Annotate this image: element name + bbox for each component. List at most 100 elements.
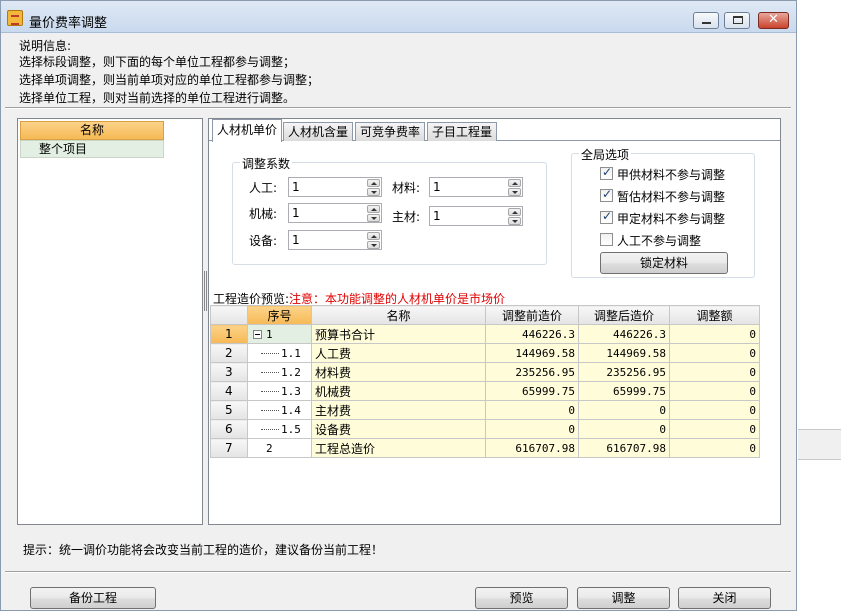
tab-quantity[interactable]: 子目工程量 [427,122,497,141]
after-cell[interactable]: 0 [578,400,670,420]
name-cell[interactable]: 机械费 [311,381,486,401]
tree-connector [261,410,279,411]
before-cell[interactable]: 0 [485,400,579,420]
row-number[interactable]: 6 [210,419,248,439]
equipment-coefficient-input[interactable]: 1 [288,230,382,250]
checkbox[interactable] [600,165,613,180]
diff-cell[interactable]: 0 [669,324,760,344]
table-row[interactable]: 1 1 预算书合计 446226.3 446226.3 0 [210,324,760,344]
row-number[interactable]: 4 [210,381,248,401]
row-number[interactable]: 1 [210,324,248,344]
preview-button[interactable]: 预览 [475,587,568,609]
spin-up-icon[interactable] [367,232,380,240]
diff-cell[interactable]: 0 [669,362,760,382]
lock-material-button[interactable]: 锁定材料 [600,252,728,274]
minimize-icon [702,22,711,24]
material-value: 1 [433,180,441,194]
spin-down-icon[interactable] [367,214,380,222]
before-cell[interactable]: 616707.98 [485,438,579,458]
name-cell[interactable]: 人工费 [311,343,486,363]
diff-cell[interactable]: 0 [669,343,760,363]
close-button[interactable]: 关闭 [678,587,771,609]
column-header-diff[interactable]: 调整额 [669,305,760,325]
after-cell[interactable]: 446226.3 [578,324,670,344]
splitter-handle[interactable] [204,271,207,311]
seq-cell[interactable]: 1.3 [247,381,312,401]
diff-cell[interactable]: 0 [669,438,760,458]
spin-up-icon[interactable] [508,208,521,216]
before-cell[interactable]: 446226.3 [485,324,579,344]
spin-up-icon[interactable] [508,179,521,187]
before-cell[interactable]: 65999.75 [485,381,579,401]
before-cell[interactable]: 235256.95 [485,362,579,382]
description-line: 选择单位工程，则对当前选择的单位工程进行调整。 [19,91,296,105]
after-cell[interactable]: 0 [578,419,670,439]
option-label: 甲供材料不参与调整 [617,168,726,182]
description-title: 说明信息: [19,39,72,53]
main-material-coefficient-input[interactable]: 1 [429,206,523,226]
name-cell[interactable]: 材料费 [311,362,486,382]
after-cell[interactable]: 65999.75 [578,381,670,401]
seq-cell[interactable]: 1.4 [247,400,312,420]
table-row[interactable]: 2 1.1 人工费 144969.58 144969.58 0 [210,343,760,363]
seq-cell[interactable]: 1.2 [247,362,312,382]
column-header-after[interactable]: 调整后造价 [578,305,670,325]
column-header-name[interactable]: 名称 [311,305,486,325]
tab-competitive-rate[interactable]: 可竞争费率 [355,122,425,141]
checkbox[interactable] [600,233,613,246]
coefficient-group-title: 调整系数 [240,155,293,172]
checkbox[interactable] [600,187,613,202]
name-cell[interactable]: 主材费 [311,400,486,420]
tree-item-whole-project[interactable]: 整个项目 [20,140,164,158]
diff-cell[interactable]: 0 [669,400,760,420]
material-coefficient-input[interactable]: 1 [429,177,523,197]
row-number[interactable]: 5 [210,400,248,420]
diff-cell[interactable]: 0 [669,419,760,439]
after-cell[interactable]: 235256.95 [578,362,670,382]
project-tree[interactable]: 名称 整个项目 [17,118,203,525]
column-header-before[interactable]: 调整前造价 [485,305,579,325]
before-cell[interactable]: 0 [485,419,579,439]
separator [5,107,791,109]
adjust-button[interactable]: 调整 [577,587,670,609]
table-row[interactable]: 7 2 工程总造价 616707.98 616707.98 0 [210,438,760,458]
cost-preview-table[interactable]: 序号 名称 调整前造价 调整后造价 调整额 1 1 预算书合计 446226.3… [210,305,760,458]
spin-up-icon[interactable] [367,179,380,187]
name-cell[interactable]: 设备费 [311,419,486,439]
collapse-icon[interactable] [253,330,262,339]
table-row[interactable]: 6 1.5 设备费 0 0 0 [210,419,760,439]
labor-coefficient-input[interactable]: 1 [288,177,382,197]
checkbox[interactable] [600,209,613,224]
name-cell[interactable]: 预算书合计 [311,324,486,344]
table-row[interactable]: 4 1.3 机械费 65999.75 65999.75 0 [210,381,760,401]
title-bar[interactable]: 量价费率调整 ✕ [1,1,796,33]
diff-cell[interactable]: 0 [669,381,760,401]
close-window-button[interactable]: ✕ [758,12,789,29]
corner-cell[interactable] [210,305,248,325]
row-number[interactable]: 2 [210,343,248,363]
spin-down-icon[interactable] [508,217,521,225]
spin-down-icon[interactable] [508,188,521,196]
maximize-button[interactable] [724,12,750,29]
before-cell[interactable]: 144969.58 [485,343,579,363]
spin-down-icon[interactable] [367,241,380,249]
seq-cell[interactable]: 1.5 [247,419,312,439]
spin-down-icon[interactable] [367,188,380,196]
seq-cell[interactable]: 1 [247,324,312,344]
spin-up-icon[interactable] [367,205,380,213]
seq-cell[interactable]: 2 [247,438,312,458]
backup-project-button[interactable]: 备份工程 [30,587,156,609]
table-row[interactable]: 3 1.2 材料费 235256.95 235256.95 0 [210,362,760,382]
table-row[interactable]: 5 1.4 主材费 0 0 0 [210,400,760,420]
name-cell[interactable]: 工程总造价 [311,438,486,458]
row-number[interactable]: 3 [210,362,248,382]
tab-unit-price[interactable]: 人材机单价 [212,119,282,142]
machine-coefficient-input[interactable]: 1 [288,203,382,223]
row-number[interactable]: 7 [210,438,248,458]
seq-cell[interactable]: 1.1 [247,343,312,363]
after-cell[interactable]: 144969.58 [578,343,670,363]
tab-content[interactable]: 人材机含量 [283,122,353,141]
after-cell[interactable]: 616707.98 [578,438,670,458]
column-header-seq[interactable]: 序号 [247,305,312,325]
minimize-button[interactable] [693,12,719,29]
